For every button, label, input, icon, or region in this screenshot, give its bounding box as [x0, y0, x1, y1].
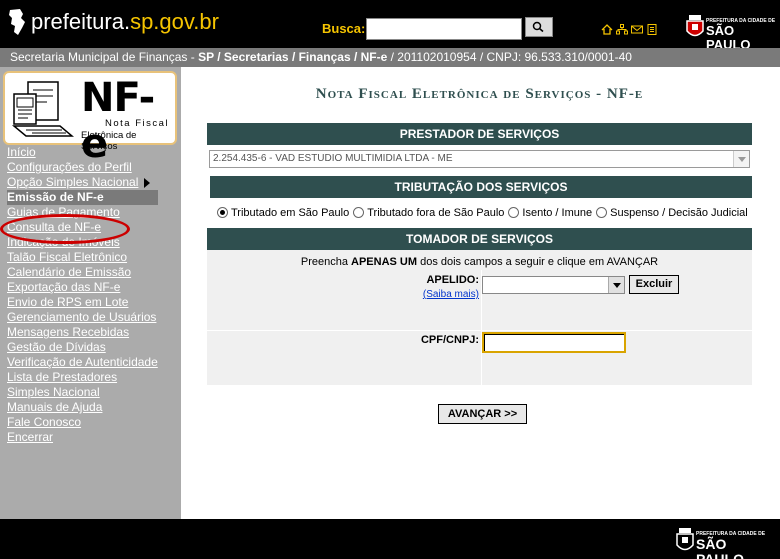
- sidebar-item-inicio[interactable]: Início: [7, 145, 158, 160]
- sitemap-icon[interactable]: [616, 22, 628, 35]
- tomador-header: TOMADOR DE SERVIÇOS: [207, 228, 752, 250]
- sidebar-item-exportacao[interactable]: Exportação das NF-e: [7, 280, 158, 295]
- sidebar-menu: Início Configurações do Perfil Opção Sim…: [7, 145, 158, 445]
- footer-logo-big: SÃO PAULO: [696, 536, 744, 559]
- excluir-button[interactable]: Excluir: [629, 275, 679, 294]
- sidebar-item-dividas[interactable]: Gestão de Dívidas: [7, 340, 158, 355]
- mail-icon[interactable]: [631, 22, 643, 34]
- sidebar-item-simples-nacional[interactable]: Simples Nacional: [7, 385, 158, 400]
- sidebar-item-fale-conosco[interactable]: Fale Conosco: [7, 415, 158, 430]
- sidebar-item-simples-nacional-option[interactable]: Opção Simples Nacional: [7, 175, 158, 190]
- sidebar-item-manuais[interactable]: Manuais de Ajuda: [7, 400, 158, 415]
- search-input[interactable]: [366, 18, 522, 40]
- radio-unchecked-icon: [353, 207, 365, 218]
- site-logo[interactable]: prefeitura.sp.gov.br: [6, 8, 219, 36]
- top-bar: prefeitura.sp.gov.br Busca: PREFEITURA D…: [0, 0, 780, 52]
- tomador-instructions: Preencha APENAS UM dos dois campos a seg…: [300, 256, 659, 268]
- sidebar-item-prestadores[interactable]: Lista de Prestadores: [7, 370, 158, 385]
- sidebar-item-mensagens[interactable]: Mensagens Recebidas: [7, 325, 158, 340]
- breadcrumb: Secretaria Municipal de Finanças - SP / …: [0, 48, 780, 67]
- footer: PREFEITURA DA CIDADE DE SÃO PAULO: [0, 519, 780, 559]
- sidebar-item-configuracoes[interactable]: Configurações do Perfil: [7, 160, 158, 175]
- sidebar: NF-e Nota Fiscal Eletrônica de Serviços …: [0, 67, 181, 519]
- sidebar-item-calendario[interactable]: Calendário de Emissão: [7, 265, 158, 280]
- chevron-down-icon: [608, 277, 624, 293]
- radio-unchecked-icon: [596, 207, 608, 218]
- sp-map-icon: [9, 9, 25, 35]
- radio-isento[interactable]: Isento / Imune: [508, 207, 592, 219]
- top-icons: [601, 22, 658, 35]
- avancar-button[interactable]: AVANÇAR >>: [438, 404, 527, 424]
- search-icon: [532, 21, 544, 33]
- nfe-logo: NF-e Nota Fiscal Eletrônica de Serviços: [3, 71, 177, 167]
- tributacao-header: TRIBUTAÇÃO DOS SERVIÇOS: [210, 176, 752, 198]
- tomador-form: Preencha APENAS UM dos dois campos a seg…: [207, 250, 752, 385]
- sidebar-item-usuarios[interactable]: Gerenciamento de Usuários: [7, 310, 158, 325]
- apelido-label: APELIDO:: [426, 274, 479, 286]
- sidebar-item-talao[interactable]: Talão Fiscal Eletrônico: [7, 250, 158, 265]
- sidebar-item-emissao[interactable]: Emissão de NF-e: [7, 190, 158, 205]
- city-logo: PREFEITURA DA CIDADE DE SÃO PAULO: [686, 14, 776, 52]
- saiba-mais-link[interactable]: (Saiba mais): [207, 289, 479, 300]
- radio-tributado-fora[interactable]: Tributado fora de São Paulo: [353, 207, 504, 219]
- page-title: Nota Fiscal Eletrônica de Serviços - NF-…: [315, 86, 644, 102]
- invoice-document-icon: [12, 81, 74, 137]
- site-logo-text: prefeitura.sp.gov.br: [31, 9, 219, 34]
- nfe-logo-sub1: Nota Fiscal: [105, 118, 170, 129]
- document-icon[interactable]: [646, 22, 658, 35]
- search-button[interactable]: [525, 17, 553, 37]
- city-crest-icon: [676, 528, 694, 551]
- cpf-label: CPF/CNPJ:: [420, 334, 479, 346]
- tributacao-options: Tributado em São Paulo Tributado fora de…: [207, 200, 752, 225]
- footer-city-logo: PREFEITURA DA CIDADE DE SÃO PAULO: [676, 527, 776, 559]
- radio-suspenso[interactable]: Suspenso / Decisão Judicial: [596, 207, 748, 219]
- sidebar-item-autenticidade[interactable]: Verificação de Autenticidade: [7, 355, 158, 370]
- prestador-header: PRESTADOR DE SERVIÇOS: [207, 123, 752, 145]
- divider: [207, 330, 752, 331]
- city-crest-icon: [686, 15, 704, 37]
- home-icon[interactable]: [601, 22, 613, 35]
- radio-tributado-sp[interactable]: Tributado em São Paulo: [217, 207, 349, 219]
- apelido-select[interactable]: [482, 276, 625, 294]
- prestador-select[interactable]: 2.254.435-6 - VAD ESTUDIO MULTIMIDIA LTD…: [209, 150, 750, 168]
- sidebar-item-encerrar[interactable]: Encerrar: [7, 430, 158, 445]
- prestador-selected-value: 2.254.435-6 - VAD ESTUDIO MULTIMIDIA LTD…: [213, 153, 453, 164]
- breadcrumb-path[interactable]: SP / Secretarias / Finanças / NF-e: [198, 50, 387, 64]
- chevron-down-icon: [733, 151, 749, 167]
- radio-checked-icon: [217, 207, 228, 218]
- sidebar-item-envio-rps[interactable]: Envio de RPS em Lote: [7, 295, 158, 310]
- radio-unchecked-icon: [508, 207, 520, 218]
- cpf-cnpj-input[interactable]: [482, 332, 626, 353]
- highlight-annotation: [0, 214, 130, 244]
- search-label: Busca:: [322, 21, 366, 36]
